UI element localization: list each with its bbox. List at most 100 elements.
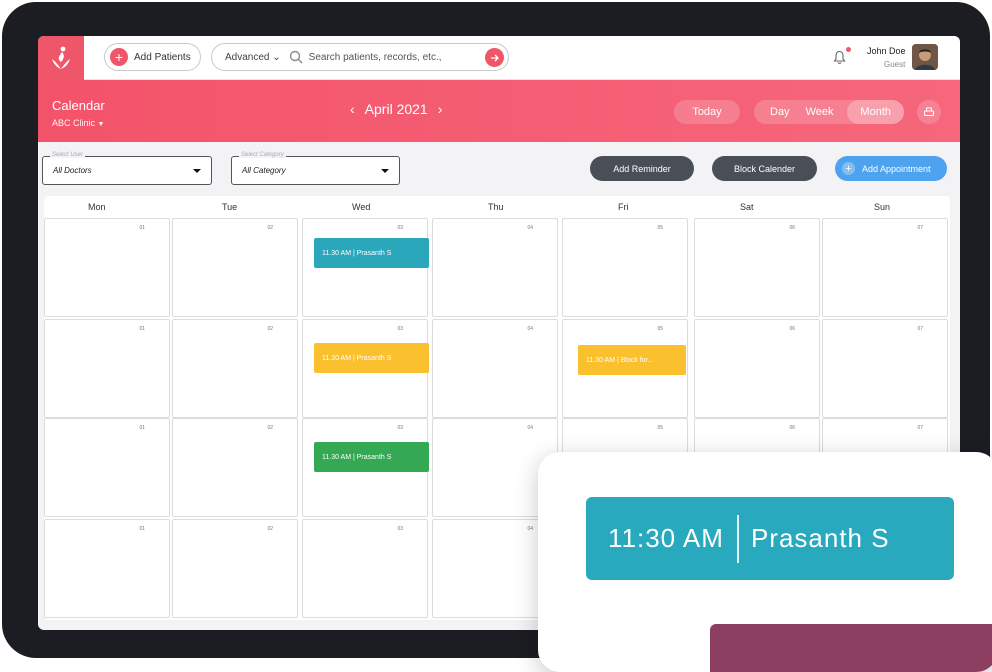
day-number: 01	[139, 326, 145, 332]
prev-month-icon[interactable]: ‹	[350, 101, 355, 117]
day-number: 02	[267, 425, 273, 431]
plus-icon: +	[110, 48, 128, 66]
day-number: 06	[789, 225, 795, 231]
calendar-day-cell[interactable]: 02	[172, 218, 298, 317]
day-number: 03	[397, 225, 403, 231]
day-number: 04	[527, 425, 533, 431]
weekday-header: Sat	[740, 202, 754, 212]
day-number: 06	[789, 425, 795, 431]
day-number: 01	[139, 425, 145, 431]
today-button[interactable]: Today	[674, 100, 740, 124]
advanced-label: Advanced	[225, 51, 270, 63]
view-month[interactable]: Month	[847, 100, 904, 124]
calendar-event[interactable]: 11.30 AM | Prasanth S	[314, 238, 429, 268]
weekday-header: Wed	[352, 202, 371, 212]
calendar-event[interactable]: 11.30 AM | Prasanth S	[314, 343, 429, 373]
calendar-day-cell[interactable]: 02	[172, 418, 298, 517]
zoom-second-event[interactable]	[710, 624, 992, 672]
day-number: 03	[397, 326, 403, 332]
logo-icon	[52, 46, 70, 69]
calendar-day-cell[interactable]: 07	[822, 319, 948, 418]
select-category-dropdown[interactable]: Select Category All Category	[231, 152, 400, 185]
calendar-day-cell[interactable]: 02	[172, 519, 298, 618]
zoom-event-divider	[736, 514, 739, 563]
day-number: 05	[657, 326, 663, 332]
select-user-label: Select User	[50, 152, 86, 158]
next-month-icon[interactable]: ›	[438, 101, 443, 117]
add-patients-button[interactable]: + Add Patients	[104, 43, 201, 71]
top-bar: + Add Patients Advanced ⌄ Search patient…	[38, 36, 960, 80]
calendar-day-cell[interactable]: 01	[44, 519, 170, 618]
zoom-event-name: Prasanth S	[750, 523, 890, 553]
app-logo[interactable]	[38, 36, 84, 80]
day-number: 04	[527, 225, 533, 231]
zoom-appointment-event[interactable]: 11:30 AM Prasanth S	[586, 497, 954, 580]
zoom-event-time: 11:30 AM	[608, 523, 724, 553]
select-user-value: All Doctors	[53, 166, 92, 175]
weekday-header: Thu	[488, 202, 504, 212]
day-number: 02	[267, 526, 273, 532]
calendar-event[interactable]: 11.30 AM | Block for...	[578, 345, 686, 375]
page-title: Calendar	[52, 98, 105, 113]
chevron-down-icon: ⌄	[272, 51, 281, 63]
notification-dot	[846, 47, 851, 52]
calendar-day-cell[interactable]: 01	[44, 418, 170, 517]
arrow-right-icon	[490, 54, 499, 61]
day-number: 01	[139, 526, 145, 532]
advanced-dropdown[interactable]: Advanced ⌄	[225, 52, 281, 63]
print-button[interactable]	[917, 100, 941, 124]
caret-down-icon	[381, 168, 389, 173]
avatar[interactable]	[912, 44, 938, 70]
clinic-label: ABC Clinic	[52, 118, 96, 128]
current-month: April 2021	[364, 101, 428, 117]
user-name: John Doe	[867, 46, 906, 56]
day-number: 03	[397, 425, 403, 431]
day-number: 02	[267, 326, 273, 332]
select-category-value: All Category	[242, 166, 286, 175]
clinic-selector[interactable]: ABC Clinic ▼	[52, 118, 104, 128]
weekday-header: Sun	[874, 202, 891, 212]
calendar-day-cell[interactable]: 05	[562, 218, 688, 317]
calendar-day-cell[interactable]: 04	[432, 218, 558, 317]
bell-icon[interactable]	[833, 50, 846, 65]
search-submit-button[interactable]	[485, 48, 504, 67]
add-appointment-button[interactable]: + Add Appointment	[835, 156, 947, 181]
calendar-header: Calendar ABC Clinic ▼ ‹ April 2021 › Tod…	[38, 80, 960, 142]
calendar-day-cell[interactable]: 03	[302, 519, 428, 618]
add-patients-label: Add Patients	[134, 51, 191, 63]
weekday-header: Mon	[88, 202, 106, 212]
plus-icon: +	[842, 162, 855, 175]
search-bar: Advanced ⌄	[211, 43, 509, 71]
view-week[interactable]: Week	[798, 106, 842, 118]
search-icon	[289, 50, 303, 64]
day-number: 04	[527, 526, 533, 532]
day-number: 01	[139, 225, 145, 231]
user-photo	[912, 44, 938, 70]
caret-down-icon: ▼	[97, 121, 105, 128]
search-input[interactable]	[308, 51, 474, 63]
block-calendar-button[interactable]: Block Calender	[712, 156, 817, 181]
select-user-dropdown[interactable]: Select User All Doctors	[42, 152, 212, 185]
calendar-event[interactable]: 11.30 AM | Prasanth S	[314, 442, 429, 472]
weekday-header: Tue	[222, 202, 238, 212]
add-appointment-label: Add Appointment	[862, 163, 931, 174]
user-role: Guest	[884, 60, 906, 69]
calendar-day-cell[interactable]: 04	[432, 319, 558, 418]
add-reminder-button[interactable]: Add Reminder	[590, 156, 694, 181]
calendar-day-cell[interactable]: 01	[44, 218, 170, 317]
calendar-day-cell[interactable]: 02	[172, 319, 298, 418]
calendar-day-cell[interactable]: 01	[44, 319, 170, 418]
appointment-zoom-card: 11:30 AM Prasanth S	[538, 452, 992, 672]
calendar-day-cell[interactable]: 07	[822, 218, 948, 317]
month-navigator: ‹ April 2021 ›	[340, 101, 452, 117]
day-number: 06	[789, 326, 795, 332]
day-number: 05	[657, 425, 663, 431]
day-number: 07	[917, 326, 923, 332]
day-number: 03	[397, 526, 403, 532]
day-number: 02	[267, 225, 273, 231]
day-number: 04	[527, 326, 533, 332]
view-day[interactable]: Day	[754, 106, 798, 118]
calendar-day-cell[interactable]: 06	[694, 218, 820, 317]
day-number: 07	[917, 225, 923, 231]
calendar-day-cell[interactable]: 06	[694, 319, 820, 418]
